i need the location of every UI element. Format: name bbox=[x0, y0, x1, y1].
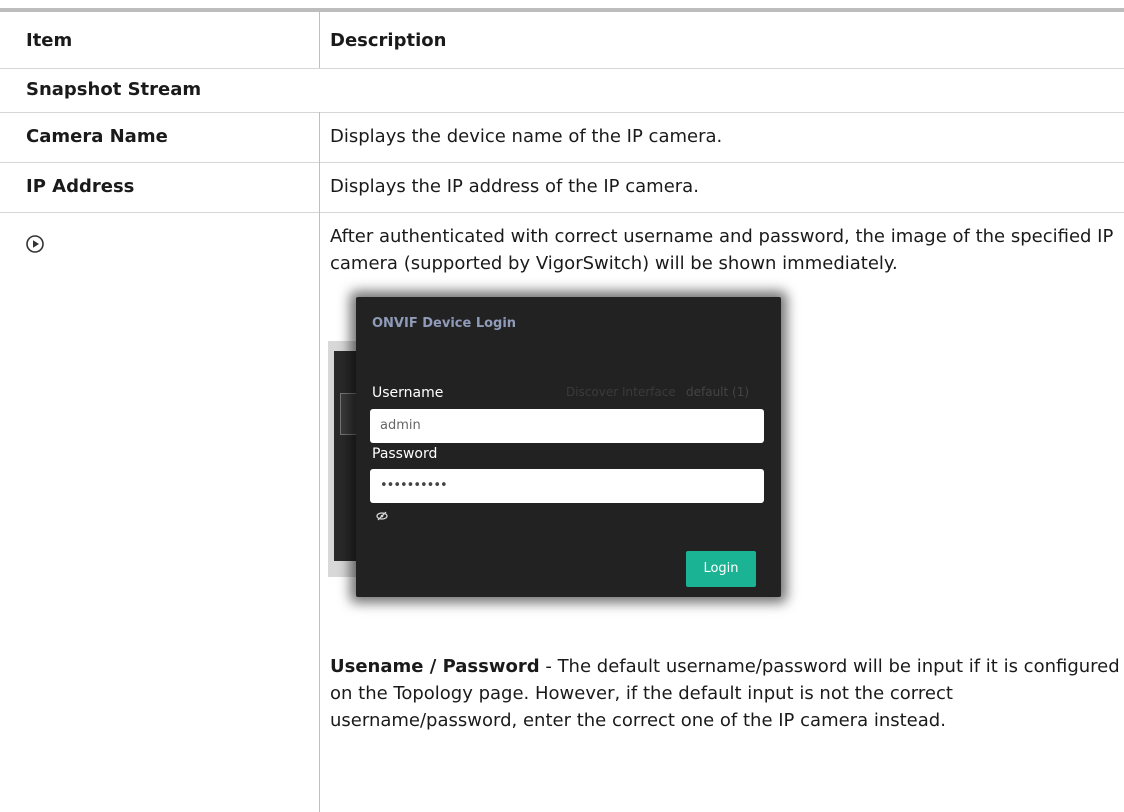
username-field[interactable]: admin bbox=[370, 409, 764, 443]
play-circle-icon[interactable] bbox=[25, 234, 45, 254]
faint-discover-interface: Discover Interface bbox=[566, 385, 676, 399]
row-item-camera-name: Camera Name bbox=[26, 126, 168, 147]
password-label: Password bbox=[372, 446, 438, 462]
onvif-login-dialog: ONVIF Device Login Discover Interface de… bbox=[356, 297, 781, 597]
play-description: After authenticated with correct usernam… bbox=[330, 226, 1114, 274]
header-description-label: Description bbox=[330, 30, 447, 51]
dialog-title: ONVIF Device Login bbox=[372, 316, 517, 331]
table-header-row: Item Description bbox=[0, 12, 1124, 69]
header-item-cell: Item bbox=[0, 12, 319, 68]
faint-default-label: default (1) bbox=[686, 385, 750, 399]
description-cell: Displays the device name of the IP camer… bbox=[319, 112, 1124, 162]
section-title: Snapshot Stream bbox=[26, 79, 202, 100]
row-description-camera-name: Displays the device name of the IP camer… bbox=[330, 126, 723, 147]
header-description-cell: Description bbox=[319, 12, 1124, 68]
section-row: Snapshot Stream bbox=[0, 68, 1124, 113]
table-row: After authenticated with correct usernam… bbox=[0, 212, 1124, 812]
note-bold-label: Usename / Password bbox=[330, 656, 540, 677]
onvif-login-screenshot: ONVIF Device Login Discover Interface de… bbox=[328, 297, 781, 627]
table-row: Camera Name Displays the device name of … bbox=[0, 112, 1124, 163]
username-label: Username bbox=[372, 385, 444, 401]
login-button[interactable]: Login bbox=[686, 551, 756, 587]
description-cell: Displays the IP address of the IP camera… bbox=[319, 162, 1124, 212]
item-cell: IP Address bbox=[0, 162, 319, 212]
description-cell: After authenticated with correct usernam… bbox=[319, 212, 1124, 812]
item-cell bbox=[0, 212, 319, 812]
eye-slash-icon[interactable] bbox=[376, 511, 388, 521]
header-item-label: Item bbox=[26, 30, 73, 51]
row-description-ip-address: Displays the IP address of the IP camera… bbox=[330, 176, 699, 197]
table-row: IP Address Displays the IP address of th… bbox=[0, 162, 1124, 213]
password-field[interactable]: •••••••••• bbox=[370, 469, 764, 503]
item-cell: Camera Name bbox=[0, 112, 319, 162]
credentials-note: Usename / Password - The default usernam… bbox=[330, 654, 1120, 734]
row-item-ip-address: IP Address bbox=[26, 176, 135, 197]
background-panel-strip bbox=[328, 341, 358, 577]
